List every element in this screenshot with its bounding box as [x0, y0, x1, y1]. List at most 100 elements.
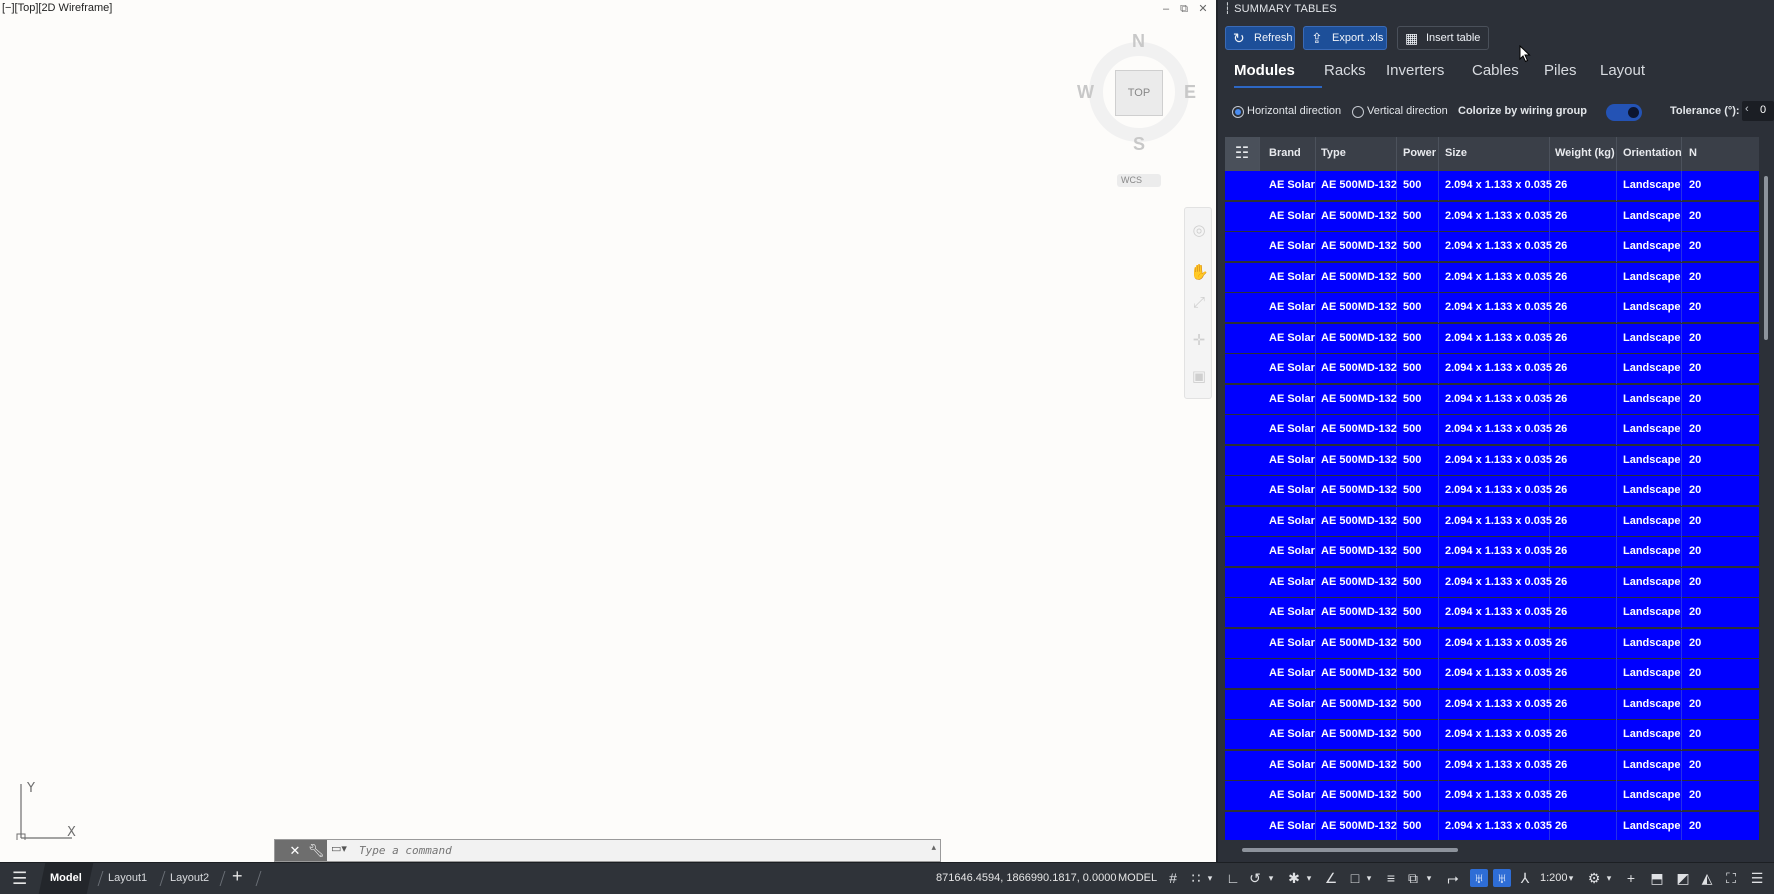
- wcs-menu[interactable]: WCS: [1117, 174, 1161, 187]
- steering-wheel-icon[interactable]: ◎: [1190, 222, 1208, 240]
- table-row[interactable]: AE Solar AE 500MD-132 500 2.094 x 1.133 x 0…: [1225, 659, 1759, 689]
- col-weight[interactable]: Weight (kg): [1555, 147, 1615, 159]
- table-row[interactable]: AE Solar AE 500MD-132 500 2.094 x 1.133 x 0…: [1225, 293, 1759, 323]
- layout-tab-layout2[interactable]: Layout2: [162, 863, 217, 894]
- selection-cycling-dropdown-icon[interactable]: ▾: [1424, 869, 1434, 887]
- refresh-button[interactable]: ↻ Refresh: [1225, 26, 1295, 50]
- polar-dropdown-icon[interactable]: ▾: [1266, 869, 1276, 887]
- table-row[interactable]: AE Solar AE 500MD-132 500 2.094 x 1.133 x 0…: [1225, 537, 1759, 567]
- snap-dropdown-icon[interactable]: ▾: [1205, 869, 1215, 887]
- polar-icon[interactable]: ↺: [1246, 869, 1264, 887]
- ortho-icon[interactable]: ∟: [1224, 869, 1242, 887]
- col-brand[interactable]: Brand: [1269, 147, 1301, 159]
- insert-table-button[interactable]: ▦ Insert table: [1397, 26, 1489, 50]
- col-size[interactable]: Size: [1445, 147, 1467, 159]
- table-row[interactable]: AE Solar AE 500MD-132 500 2.094 x 1.133 x 0…: [1225, 171, 1759, 201]
- table-row[interactable]: AE Solar AE 500MD-132 500 2.094 x 1.133 x 0…: [1225, 445, 1759, 476]
- customize-wrench-icon[interactable]: 🔧︎: [305, 840, 327, 861]
- viewcube[interactable]: N S E W TOP WCS: [1075, 28, 1205, 187]
- grid-icon[interactable]: #: [1164, 869, 1182, 887]
- close-viewport-icon[interactable]: ✕: [1197, 3, 1209, 15]
- transparency-icon[interactable]: ⧉: [1404, 869, 1422, 887]
- tab-cables[interactable]: Cables: [1472, 62, 1519, 79]
- quick-properties-icon[interactable]: ◩: [1674, 869, 1692, 887]
- drawing-viewport[interactable]: [−][Top][2D Wireframe] – ⧉ ✕ N S E W TOP…: [0, 0, 1216, 862]
- command-history-up-icon[interactable]: ▴: [931, 842, 936, 853]
- object-snap-dropdown-icon[interactable]: ▾: [1364, 869, 1374, 887]
- command-input[interactable]: [359, 841, 909, 860]
- col-type[interactable]: Type: [1321, 147, 1346, 159]
- tab-layout[interactable]: Layout: [1600, 62, 1645, 79]
- orbit-icon[interactable]: ✛: [1190, 332, 1208, 350]
- clean-screen-icon[interactable]: ⛶: [1722, 869, 1740, 887]
- table-row[interactable]: AE Solar AE 500MD-132 500 2.094 x 1.133 x 0…: [1225, 689, 1759, 720]
- viewcube-east[interactable]: E: [1184, 82, 1196, 103]
- vertical-direction-radio[interactable]: [1352, 106, 1364, 118]
- vertical-scrollbar[interactable]: [1764, 176, 1768, 340]
- table-row[interactable]: AE Solar AE 500MD-132 500 2.094 x 1.133 x 0…: [1225, 323, 1759, 354]
- horizontal-scrollbar[interactable]: [1242, 848, 1458, 852]
- menu-icon[interactable]: ☰: [12, 869, 27, 889]
- tab-modules[interactable]: Modules: [1234, 62, 1295, 79]
- add-layout-icon[interactable]: +: [232, 866, 243, 887]
- auto-scale-icon[interactable]: ♅: [1493, 869, 1511, 887]
- export-xls-button[interactable]: ⇪ Export .xls: [1303, 26, 1387, 50]
- tolerance-value[interactable]: 0: [1760, 104, 1766, 116]
- table-row[interactable]: AE Solar AE 500MD-132 500 2.094 x 1.133 x 0…: [1225, 750, 1759, 781]
- ucs-toggle-icon[interactable]: ⮣: [1444, 869, 1462, 887]
- customization-menu-icon[interactable]: ☰: [1748, 869, 1766, 887]
- col-power[interactable]: Power: [1403, 147, 1436, 159]
- table-row[interactable]: AE Solar AE 500MD-132 500 2.094 x 1.133 x 0…: [1225, 598, 1759, 628]
- table-row[interactable]: AE Solar AE 500MD-132 500 2.094 x 1.133 x 0…: [1225, 811, 1759, 840]
- scale-dropdown-icon[interactable]: ▾: [1566, 869, 1576, 887]
- table-row[interactable]: AE Solar AE 500MD-132 500 2.094 x 1.133 x 0…: [1225, 232, 1759, 262]
- viewcube-south[interactable]: S: [1133, 134, 1145, 155]
- annotation-scale-value[interactable]: 1:200: [1540, 863, 1568, 894]
- table-row[interactable]: AE Solar AE 500MD-132 500 2.094 x 1.133 x 0…: [1225, 415, 1759, 445]
- col-orientation[interactable]: Orientation: [1623, 147, 1682, 159]
- workspace-dropdown-icon[interactable]: ▾: [1604, 869, 1614, 887]
- table-row[interactable]: AE Solar AE 500MD-132 500 2.094 x 1.133 x 0…: [1225, 720, 1759, 750]
- object-snap-icon[interactable]: □: [1346, 869, 1364, 887]
- table-row[interactable]: AE Solar AE 500MD-132 500 2.094 x 1.133 x 0…: [1225, 201, 1759, 232]
- graphics-performance-icon[interactable]: ◭: [1698, 869, 1716, 887]
- col-n[interactable]: N: [1689, 147, 1697, 159]
- tab-racks[interactable]: Racks: [1324, 62, 1366, 79]
- command-line-grip[interactable]: [275, 840, 285, 861]
- colorize-toggle[interactable]: [1606, 104, 1642, 121]
- table-row[interactable]: AE Solar AE 500MD-132 500 2.094 x 1.133 x 0…: [1225, 262, 1759, 293]
- model-space-toggle[interactable]: MODEL: [1118, 863, 1157, 894]
- table-row[interactable]: AE Solar AE 500MD-132 500 2.094 x 1.133 x 0…: [1225, 506, 1759, 537]
- table-row[interactable]: AE Solar AE 500MD-132 500 2.094 x 1.133 x 0…: [1225, 476, 1759, 506]
- table-row[interactable]: AE Solar AE 500MD-132 500 2.094 x 1.133 x 0…: [1225, 354, 1759, 384]
- zoom-extents-icon[interactable]: ⤢: [1190, 294, 1208, 312]
- pan-hand-icon[interactable]: ✋: [1190, 264, 1209, 282]
- minimize-viewport-icon[interactable]: –: [1160, 3, 1172, 15]
- layout-tab-model[interactable]: Model: [38, 863, 94, 894]
- annotation-scale-icon[interactable]: ⅄: [1516, 869, 1534, 887]
- add-icon[interactable]: +: [1622, 869, 1640, 887]
- snap-icon[interactable]: ∷: [1187, 869, 1205, 887]
- restore-viewport-icon[interactable]: ⧉: [1178, 3, 1190, 15]
- close-command-line-icon[interactable]: ✕: [285, 840, 305, 861]
- viewport-controls-label[interactable]: [−][Top][2D Wireframe]: [2, 2, 112, 14]
- units-icon[interactable]: ⬒: [1648, 869, 1666, 887]
- viewcube-west[interactable]: W: [1077, 82, 1094, 103]
- cursor-coordinates[interactable]: 871646.4594, 1866990.1817, 0.0000: [936, 863, 1116, 894]
- isodraft-icon[interactable]: ✱: [1285, 869, 1303, 887]
- column-filter-icon[interactable]: ☷: [1225, 137, 1259, 171]
- viewcube-top-face[interactable]: TOP: [1115, 70, 1163, 116]
- table-row[interactable]: AE Solar AE 500MD-132 500 2.094 x 1.133 x 0…: [1225, 628, 1759, 659]
- tab-inverters[interactable]: Inverters: [1386, 62, 1444, 79]
- lineweight-icon[interactable]: ≡: [1382, 869, 1400, 887]
- command-history-icon[interactable]: ▭▾: [331, 842, 347, 855]
- viewcube-north[interactable]: N: [1132, 31, 1145, 52]
- tolerance-stepper[interactable]: ‹ 0: [1742, 101, 1774, 121]
- isodraft-dropdown-icon[interactable]: ▾: [1304, 869, 1314, 887]
- tab-piles[interactable]: Piles: [1544, 62, 1577, 79]
- decrement-chevron-icon[interactable]: ‹: [1745, 103, 1749, 115]
- horizontal-direction-radio[interactable]: [1232, 106, 1244, 118]
- gear-icon[interactable]: ⚙: [1585, 869, 1603, 887]
- annotation-visibility-icon[interactable]: ♅: [1470, 869, 1488, 887]
- layout-tab-layout1[interactable]: Layout1: [100, 863, 155, 894]
